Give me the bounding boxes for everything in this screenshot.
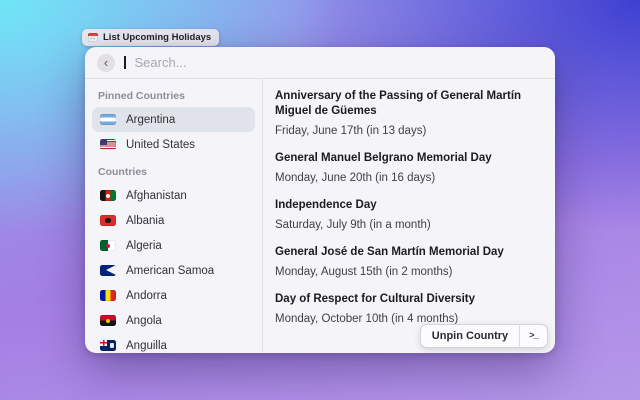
holiday-title: Independence Day: [275, 198, 543, 213]
actions-menu-button[interactable]: >_: [520, 325, 547, 347]
country-label: Angola: [126, 315, 162, 327]
chevron-left-icon: ‹: [104, 56, 108, 69]
launcher-window: ‹ Pinned Countries Argentina United Stat…: [85, 47, 555, 353]
content-area: Pinned Countries Argentina United States…: [85, 79, 555, 352]
holiday-date: Saturday, July 9th (in a month): [275, 218, 543, 232]
country-label: Albania: [126, 215, 164, 227]
holiday-detail-panel: Anniversary of the Passing of General Ma…: [263, 79, 555, 352]
sidebar-item-united-states[interactable]: United States: [92, 132, 255, 157]
country-label: Afghanistan: [126, 190, 187, 202]
united-states-flag-icon: [100, 139, 116, 150]
terminal-prompt-icon: >_: [529, 331, 538, 341]
back-button[interactable]: ‹: [97, 54, 115, 72]
albania-flag-icon: [100, 215, 116, 226]
holiday-date: Monday, August 15th (in 2 months): [275, 265, 543, 279]
action-bar: Unpin Country >_: [420, 324, 548, 348]
holiday-title: Day of Respect for Cultural Diversity: [275, 292, 543, 307]
sidebar-item-albania[interactable]: Albania: [92, 208, 255, 233]
american-samoa-flag-icon: [100, 265, 116, 276]
country-label: Anguilla: [126, 340, 167, 352]
anguilla-flag-icon: [100, 340, 116, 351]
sidebar-item-algeria[interactable]: Algeria: [92, 233, 255, 258]
holiday-title: General José de San Martín Memorial Day: [275, 245, 543, 260]
sidebar-item-argentina[interactable]: Argentina: [92, 107, 255, 132]
calendar-icon: [88, 33, 98, 42]
andorra-flag-icon: [100, 290, 116, 301]
algeria-flag-icon: [100, 240, 116, 251]
holiday-entry: Independence Day Saturday, July 9th (in …: [275, 198, 543, 232]
afghanistan-flag-icon: [100, 190, 116, 201]
command-pill-label: List Upcoming Holidays: [103, 32, 211, 43]
search-bar: ‹: [85, 47, 555, 79]
holiday-entry: Day of Respect for Cultural Diversity Mo…: [275, 292, 543, 326]
argentina-flag-icon: [100, 114, 116, 125]
holiday-title: Anniversary of the Passing of General Ma…: [275, 89, 543, 119]
country-label: Argentina: [126, 114, 175, 126]
holiday-entry: General José de San Martín Memorial Day …: [275, 245, 543, 279]
angola-flag-icon: [100, 315, 116, 326]
sidebar-item-american-samoa[interactable]: American Samoa: [92, 258, 255, 283]
sidebar-item-angola[interactable]: Angola: [92, 308, 255, 333]
search-input[interactable]: [135, 55, 544, 70]
holiday-entry: General Manuel Belgrano Memorial Day Mon…: [275, 151, 543, 185]
holiday-entry: Anniversary of the Passing of General Ma…: [275, 89, 543, 138]
unpin-country-button[interactable]: Unpin Country: [421, 325, 519, 347]
text-caret: [124, 56, 126, 69]
sidebar-item-afghanistan[interactable]: Afghanistan: [92, 183, 255, 208]
section-header-countries: Countries: [98, 163, 249, 181]
holiday-title: General Manuel Belgrano Memorial Day: [275, 151, 543, 166]
holiday-date: Monday, June 20th (in 16 days): [275, 171, 543, 185]
sidebar-item-andorra[interactable]: Andorra: [92, 283, 255, 308]
country-label: United States: [126, 139, 195, 151]
country-label: Andorra: [126, 290, 167, 302]
country-label: Algeria: [126, 240, 162, 252]
country-label: American Samoa: [126, 265, 214, 277]
section-header-pinned: Pinned Countries: [98, 87, 249, 105]
country-sidebar: Pinned Countries Argentina United States…: [85, 79, 263, 352]
command-pill: List Upcoming Holidays: [82, 29, 219, 46]
holiday-date: Friday, June 17th (in 13 days): [275, 124, 543, 138]
sidebar-item-anguilla[interactable]: Anguilla: [92, 333, 255, 352]
